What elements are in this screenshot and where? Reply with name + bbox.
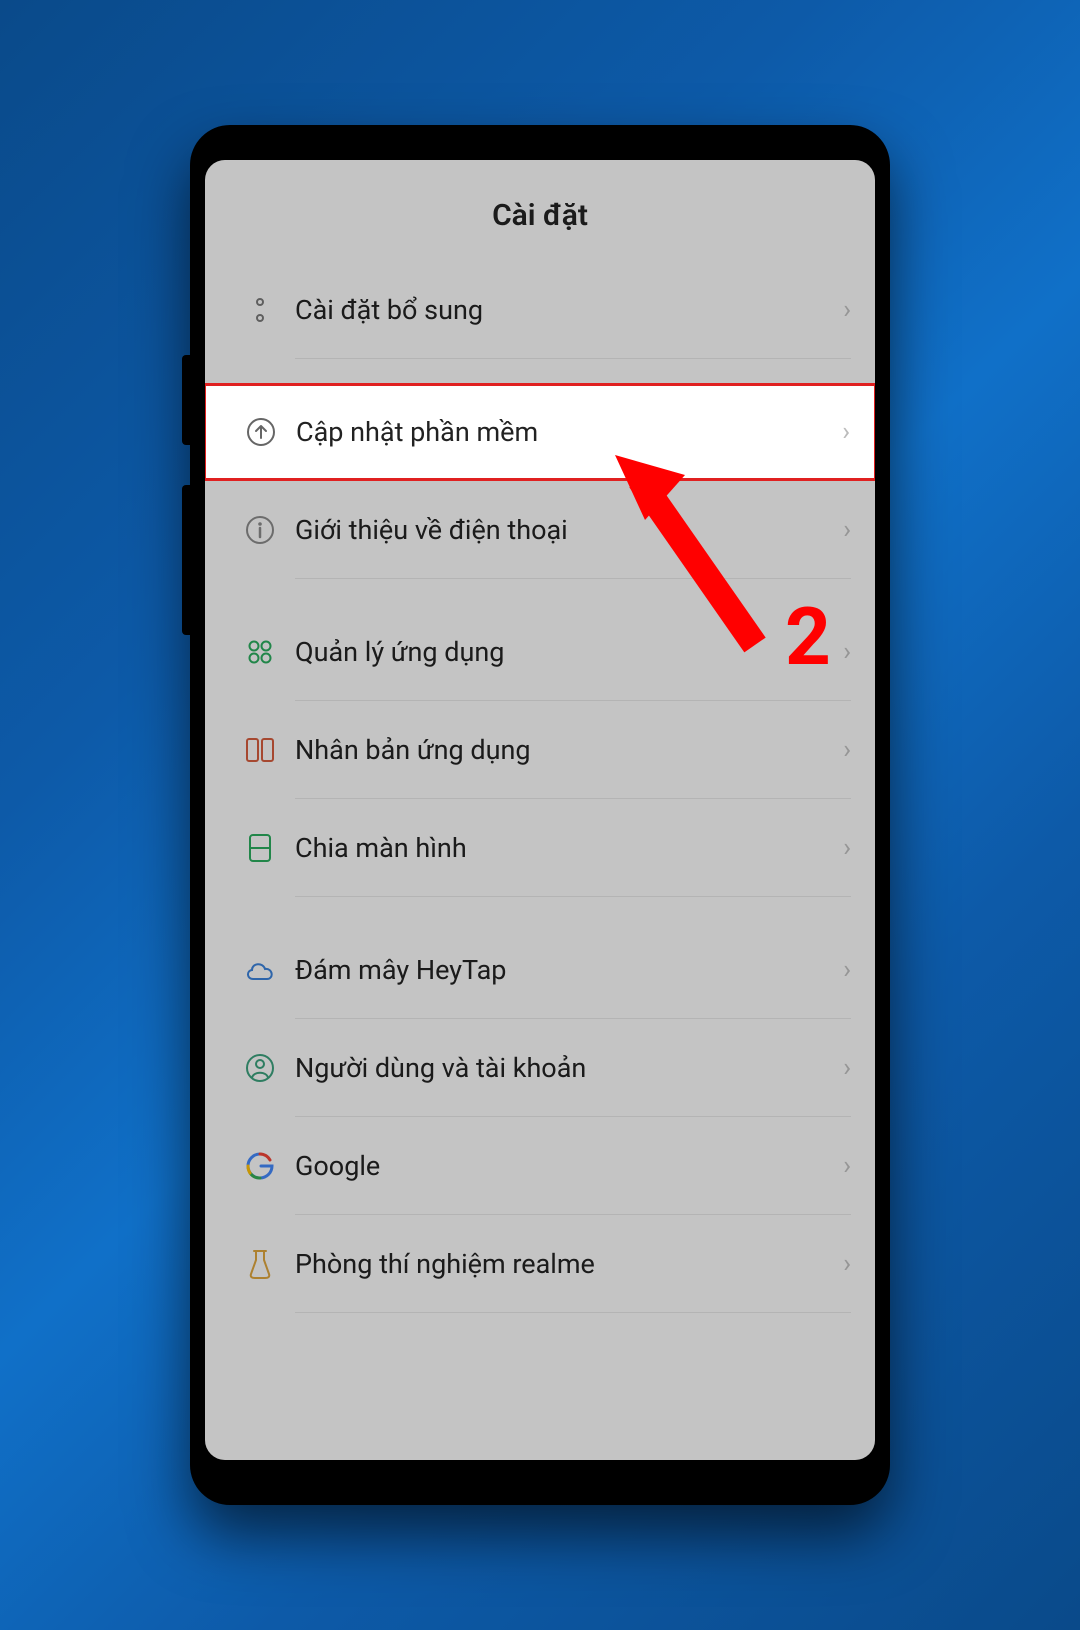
settings-item-label: Phòng thí nghiệm realme [295,1248,843,1280]
user-icon [225,1052,295,1084]
chevron-right-icon: › [843,735,851,765]
section-gap [205,579,875,603]
section-gap [205,897,875,921]
divider [295,896,851,897]
settings-item-realme-lab[interactable]: Phòng thí nghiệm realme › [205,1215,875,1313]
chevron-right-icon: › [843,295,851,325]
cloud-icon [225,957,295,983]
settings-item-app-management[interactable]: Quản lý ứng dụng › [205,603,875,701]
chevron-right-icon: › [843,515,851,545]
settings-item-software-update[interactable]: Cập nhật phần mềm › [205,383,875,481]
chevron-right-icon: › [842,417,850,447]
google-icon [225,1151,295,1181]
settings-item-app-cloner[interactable]: Nhân bản ứng dụng › [205,701,875,799]
divider [295,578,851,579]
chevron-right-icon: › [843,1249,851,1279]
phone-screen: Cài đặt Cài đặt bổ sung › [205,160,875,1460]
lab-flask-icon [225,1248,295,1280]
divider [295,358,851,359]
chevron-right-icon: › [843,955,851,985]
settings-item-users-accounts[interactable]: Người dùng và tài khoản › [205,1019,875,1117]
page-title: Cài đặt [205,160,875,261]
settings-item-label: Chia màn hình [295,832,843,864]
section-gap [205,359,875,383]
chevron-right-icon: › [843,637,851,667]
settings-item-google[interactable]: Google › [205,1117,875,1215]
phone-mockup-frame: Cài đặt Cài đặt bổ sung › [190,125,890,1505]
settings-item-label: Nhân bản ứng dụng [295,734,843,766]
settings-item-label: Người dùng và tài khoản [295,1052,843,1084]
divider [295,1312,851,1313]
settings-item-about-phone[interactable]: Giới thiệu về điện thoại › [205,481,875,579]
chevron-right-icon: › [843,1151,851,1181]
settings-item-label: Cài đặt bổ sung [295,294,843,326]
chevron-right-icon: › [843,833,851,863]
settings-item-split-screen[interactable]: Chia màn hình › [205,799,875,897]
clone-panels-icon [225,736,295,764]
settings-item-heytap-cloud[interactable]: Đám mây HeyTap › [205,921,875,1019]
settings-item-label: Google [295,1150,843,1182]
settings-item-label: Cập nhật phần mềm [296,416,842,448]
settings-list: Cài đặt bổ sung › Cập nhật phần mềm › [205,261,875,1313]
settings-item-label: Giới thiệu về điện thoại [295,514,843,546]
apps-grid-icon [225,637,295,667]
more-dots-icon [225,295,295,325]
settings-item-additional[interactable]: Cài đặt bổ sung › [205,261,875,359]
settings-item-label: Đám mây HeyTap [295,954,843,986]
split-screen-icon [225,832,295,864]
info-icon [225,513,295,547]
update-arrow-icon [226,415,296,449]
chevron-right-icon: › [843,1053,851,1083]
settings-item-label: Quản lý ứng dụng [295,636,843,668]
